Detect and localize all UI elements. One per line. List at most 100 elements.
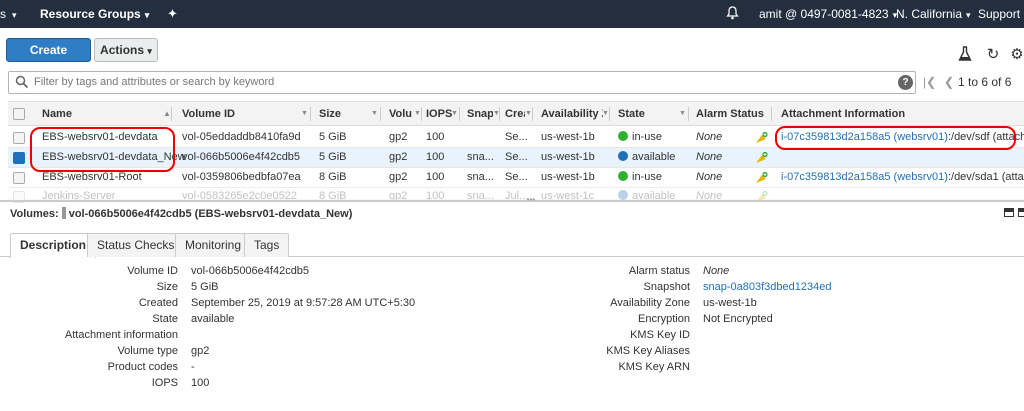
cell-volume-id: vol-0359806bedbfa07ea	[182, 171, 301, 183]
state-label: in-use	[632, 131, 662, 143]
cell-volume-type: gp2	[389, 171, 408, 183]
panel-icon[interactable]	[1018, 208, 1024, 217]
cell-created: Se...	[505, 131, 528, 143]
tab-description[interactable]: Description	[10, 233, 97, 258]
account-menu[interactable]: amit @ 0497-0081-4823 ▾	[759, 0, 897, 28]
cell-alarm-status: None	[696, 171, 723, 183]
support-menu[interactable]: Support▾	[978, 0, 1024, 28]
detail-value: available	[191, 313, 235, 325]
gear-icon[interactable]: ⚙	[1010, 46, 1024, 64]
panel-splitter[interactable]	[0, 200, 1024, 202]
cell-state: in-use	[618, 128, 662, 147]
alarm-add-icon[interactable]	[755, 131, 768, 144]
column-header-volume-id[interactable]: Volume ID	[182, 102, 235, 126]
first-page-icon[interactable]: |❮	[923, 71, 936, 94]
cell-availability-zone: us-west-1b	[541, 151, 595, 163]
annotation-circle-names	[30, 127, 175, 172]
select-all-checkbox[interactable]	[13, 108, 25, 120]
tab-monitoring[interactable]: Monitoring	[175, 233, 252, 257]
tab-status-checks[interactable]: Status Checks	[87, 233, 185, 257]
detail-value[interactable]: snap-0a803f3dbed1234ed	[703, 279, 831, 295]
previous-page-icon[interactable]: ❮	[944, 71, 954, 94]
services-menu-label[interactable]: s	[0, 0, 6, 28]
search-placeholder: Filter by tags and attributes or search …	[34, 76, 275, 88]
cell-volume-type: gp2	[389, 131, 408, 143]
chevron-down-icon: ▾	[147, 46, 152, 56]
column-header-availability-zone[interactable]: Availability Z	[541, 102, 603, 126]
column-header-iops[interactable]: IOPS	[426, 102, 452, 126]
pin-icon[interactable]: ✦	[167, 0, 178, 28]
cell-attachment-information[interactable]: i-07c359813d2a158a5 (websrv01):/dev/sda1…	[781, 168, 1024, 187]
flask-icon[interactable]	[956, 46, 974, 64]
cell-size: 8 GiB	[319, 171, 347, 183]
chevron-down-icon: ▾	[144, 10, 150, 20]
chevron-down-icon[interactable]: ▾	[8, 0, 18, 28]
cell-state: available	[618, 148, 675, 167]
cell-volume-type: gp2	[389, 151, 408, 163]
detail-label: Volume ID	[127, 265, 178, 277]
alarm-add-icon[interactable]	[755, 171, 768, 184]
cell-iops: 100	[426, 151, 445, 163]
top-navigation-bar: s ▾ Resource Groups ▾ ✦ amit @ 0497-0081-…	[0, 0, 1024, 28]
detail-value: Not Encrypted	[703, 313, 773, 325]
cell-size: 5 GiB	[319, 131, 347, 143]
cell-volume-id: vol-0583265e2c0e0522	[182, 190, 297, 202]
instance-link[interactable]: i-07c359813d2a158a5 (websrv01)	[781, 171, 948, 183]
detail-value: None	[703, 265, 730, 277]
cell-name: Jenkins-Server	[42, 190, 116, 202]
actions-button[interactable]: Actions ▾	[94, 38, 158, 62]
detail-label: Alarm status	[628, 265, 690, 277]
selection-prefix: Volumes:	[10, 208, 59, 220]
cell-snapshot: sna...	[467, 171, 494, 183]
panel-icon[interactable]	[1004, 208, 1014, 217]
status-dot-icon	[618, 190, 628, 200]
detail-label: Size	[156, 281, 178, 293]
detail-label: Volume type	[117, 345, 178, 357]
detail-value: us-west-1b	[703, 297, 757, 309]
column-header-name[interactable]: Name	[42, 102, 72, 126]
column-header-volume-type[interactable]: Volu	[389, 102, 413, 126]
filter-bar: Filter by tags and attributes or search …	[8, 71, 1024, 94]
volume-marker-icon	[61, 207, 66, 219]
column-header-attachment-information[interactable]: Attachment Information	[781, 102, 905, 126]
status-dot-icon	[618, 151, 628, 161]
resource-groups-menu[interactable]: Resource Groups ▾	[40, 0, 149, 28]
state-label: in-use	[632, 171, 662, 183]
bell-icon[interactable]	[726, 0, 739, 28]
cell-alarm-status: None	[696, 151, 723, 163]
alarm-add-icon[interactable]	[755, 151, 768, 164]
selected-volume-header: Volumes: vol-066b5006e4f42cdb5 (EBS-websr…	[10, 206, 352, 222]
detail-value: gp2	[191, 345, 210, 357]
detail-value: 5 GiB	[191, 281, 219, 293]
row-checkbox[interactable]	[13, 152, 25, 164]
resource-groups-label: Resource Groups	[40, 7, 141, 21]
drag-handle-icon[interactable]: •••	[520, 196, 542, 204]
help-icon[interactable]: ?	[898, 75, 913, 90]
detail-label: KMS Key Aliases	[606, 345, 690, 357]
cell-snapshot: sna...	[467, 151, 494, 163]
search-input[interactable]: Filter by tags and attributes or search …	[8, 71, 916, 94]
cell-volume-id: vol-066b5006e4f42cdb5	[182, 151, 301, 163]
column-header-state[interactable]: State	[618, 102, 645, 126]
column-header-snapshot[interactable]: Snap	[467, 102, 493, 126]
sort-ascending-icon[interactable]: ▲	[163, 102, 171, 126]
cell-volume-type: gp2	[389, 190, 408, 202]
table-row[interactable]: Jenkins-Server vol-0583265e2c0e0522 8 GiB g…	[8, 187, 1024, 203]
cell-alarm-status: None	[696, 190, 723, 202]
status-dot-icon	[618, 131, 628, 141]
tab-tags[interactable]: Tags	[244, 233, 290, 257]
row-checkbox[interactable]	[13, 172, 25, 184]
account-label: amit @ 0497-0081-4823	[759, 7, 889, 21]
annotation-circle-attachment	[775, 126, 1016, 150]
cell-state: available	[618, 187, 675, 206]
detail-label: Attachment information	[64, 329, 178, 341]
row-checkbox[interactable]	[13, 132, 25, 144]
cell-size: 8 GiB	[319, 190, 347, 202]
column-header-size[interactable]: Size	[319, 102, 341, 126]
column-header-alarm-status[interactable]: Alarm Status	[696, 102, 764, 126]
create-volume-button[interactable]: Create Volume	[6, 38, 91, 79]
refresh-icon[interactable]: ↻	[984, 46, 1002, 64]
region-menu[interactable]: N. California ▾	[896, 0, 971, 28]
support-label: Support	[978, 7, 1021, 21]
column-header-created[interactable]: Crea	[505, 102, 525, 126]
